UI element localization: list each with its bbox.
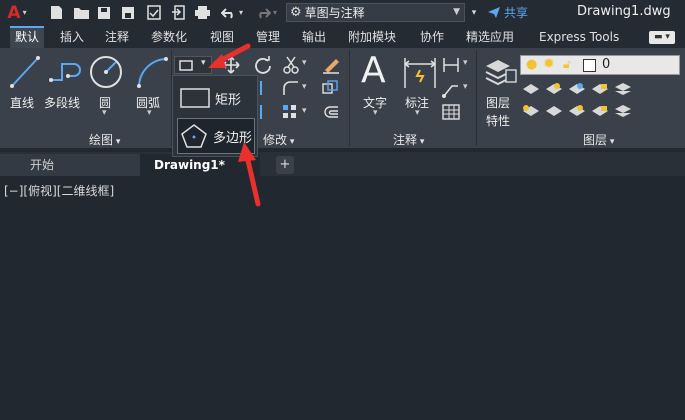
polyline-icon[interactable] — [48, 56, 84, 86]
line-icon[interactable] — [8, 54, 42, 90]
scale-icon[interactable] — [322, 80, 340, 96]
linear-dimension-dropdown-icon[interactable]: ▾ — [463, 58, 468, 68]
layer-color-swatch — [583, 59, 596, 72]
annotation-panel-label[interactable]: 注释 — [393, 131, 424, 148]
tab-default[interactable]: 默认 — [10, 26, 44, 48]
layer-isolate-icon[interactable] — [522, 104, 540, 118]
array-icon[interactable] — [282, 104, 300, 120]
leader-dropdown-icon[interactable]: ▾ — [463, 82, 468, 92]
plot-icon[interactable] — [193, 4, 211, 21]
tab-collaborate[interactable]: 协作 — [419, 26, 445, 48]
erase-icon[interactable] — [322, 56, 340, 74]
chevron-down-icon: ▼ — [453, 7, 460, 17]
layers-panel-label[interactable]: 图层 — [583, 131, 614, 148]
app-menu-icon[interactable]: A ▾ — [4, 3, 30, 23]
viewport-controls[interactable]: [−][俯视][二维线框] — [4, 182, 114, 199]
draw-panel-label[interactable]: 绘图 — [89, 131, 120, 148]
dimension-icon[interactable] — [403, 56, 437, 90]
layer-unlock-icon[interactable] — [591, 104, 609, 118]
file-tab-start-label: 开始 — [30, 158, 55, 172]
share-button[interactable]: 共享 — [487, 4, 528, 21]
arc-dropdown-icon[interactable]: ▾ — [147, 108, 152, 118]
tab-insert[interactable]: 插入 — [59, 26, 85, 48]
save-icon[interactable] — [96, 4, 112, 21]
save-as-icon[interactable] — [120, 4, 136, 21]
new-file-icon[interactable] — [48, 4, 64, 21]
tab-parametric[interactable]: 参数化 — [150, 26, 188, 48]
save-to-web-icon[interactable] — [146, 4, 162, 21]
ribbon-tab-bar: 默认 插入 注释 参数化 视图 管理 输出 附加模块 协作 精选应用 Expre… — [0, 26, 685, 48]
sun-icon: ✹ — [543, 56, 555, 72]
tab-featured-apps[interactable]: 精选应用 — [465, 26, 515, 48]
trim-dropdown-icon[interactable]: ▾ — [302, 58, 307, 68]
share-label: 共享 — [504, 6, 529, 20]
text-a-icon[interactable]: A — [361, 52, 386, 90]
layer-match-icon[interactable] — [522, 82, 540, 96]
layer-properties-label-line1: 图层 — [486, 96, 511, 110]
redo-icon[interactable]: ▾ — [252, 4, 280, 21]
divider — [476, 50, 477, 146]
dimension-dropdown-icon[interactable]: ▾ — [415, 108, 420, 118]
circle-dropdown-icon[interactable]: ▾ — [102, 108, 107, 118]
offset-icon[interactable] — [322, 104, 340, 120]
paper-plane-icon — [488, 7, 500, 18]
import-icon[interactable] — [170, 4, 186, 21]
linear-dimension-icon[interactable] — [442, 56, 460, 74]
layer-properties-label-line2: 特性 — [486, 114, 511, 128]
layer-off-icon[interactable] — [545, 82, 563, 96]
title-bar: A ▾ ▾ ▾ ⚙ 草图与注释 ▼ ▾ 共享 Drawing1.dwg — [0, 0, 685, 26]
lightbulb-icon: ● — [526, 57, 538, 72]
tab-addins[interactable]: 附加模块 — [347, 26, 397, 48]
layer-stack-icon[interactable] — [614, 82, 632, 96]
tab-output[interactable]: 输出 — [301, 26, 327, 48]
file-tab-bar: 开始 Drawing1* + — [0, 152, 685, 176]
undo-icon[interactable]: ▾ — [218, 4, 246, 21]
workspace-select[interactable]: ⚙ 草图与注释 ▼ — [286, 3, 465, 22]
red-arrow-annotations — [208, 43, 261, 207]
workspace-label: 草图与注释 — [304, 6, 365, 20]
line-label: 直线 — [10, 96, 35, 110]
document-title: Drawing1.dwg — [577, 4, 671, 19]
array-dropdown-icon[interactable]: ▾ — [302, 106, 307, 116]
layer-lock-icon[interactable] — [591, 82, 609, 96]
fillet-icon[interactable] — [282, 80, 300, 96]
file-tab-start[interactable]: 开始 — [0, 154, 140, 176]
divider — [349, 50, 350, 146]
open-folder-icon[interactable] — [72, 4, 90, 21]
tab-annotate[interactable]: 注释 — [104, 26, 130, 48]
leader-icon[interactable] — [442, 80, 460, 98]
fillet-dropdown-icon[interactable]: ▾ — [302, 82, 307, 92]
layer-properties-icon[interactable] — [482, 54, 518, 90]
table-icon[interactable] — [442, 104, 460, 120]
ribbon-minimize-button[interactable]: ▬ ▾ — [649, 31, 675, 44]
tab-express-tools[interactable]: Express Tools — [538, 26, 620, 48]
polyline-label: 多段线 — [44, 96, 81, 110]
gear-icon: ⚙ — [290, 5, 302, 20]
current-layer-name: 0 — [602, 57, 611, 72]
quick-access-customize-icon[interactable]: ▾ — [468, 4, 480, 21]
unlock-icon: 🔓︎ — [563, 57, 571, 71]
layer-thaw-icon[interactable] — [568, 104, 586, 118]
arc-icon[interactable] — [134, 54, 170, 90]
text-dropdown-icon[interactable]: ▾ — [373, 108, 378, 118]
trim-icon[interactable] — [283, 56, 299, 74]
rectangle-icon — [179, 60, 193, 71]
layer-merge-icon[interactable] — [614, 104, 632, 118]
layer-dropdown[interactable]: ● ✹ 🔓︎ 0 — [520, 55, 680, 75]
layer-walk-icon[interactable] — [545, 104, 563, 118]
circle-icon[interactable] — [88, 54, 124, 90]
layer-freeze-icon[interactable] — [568, 82, 586, 96]
